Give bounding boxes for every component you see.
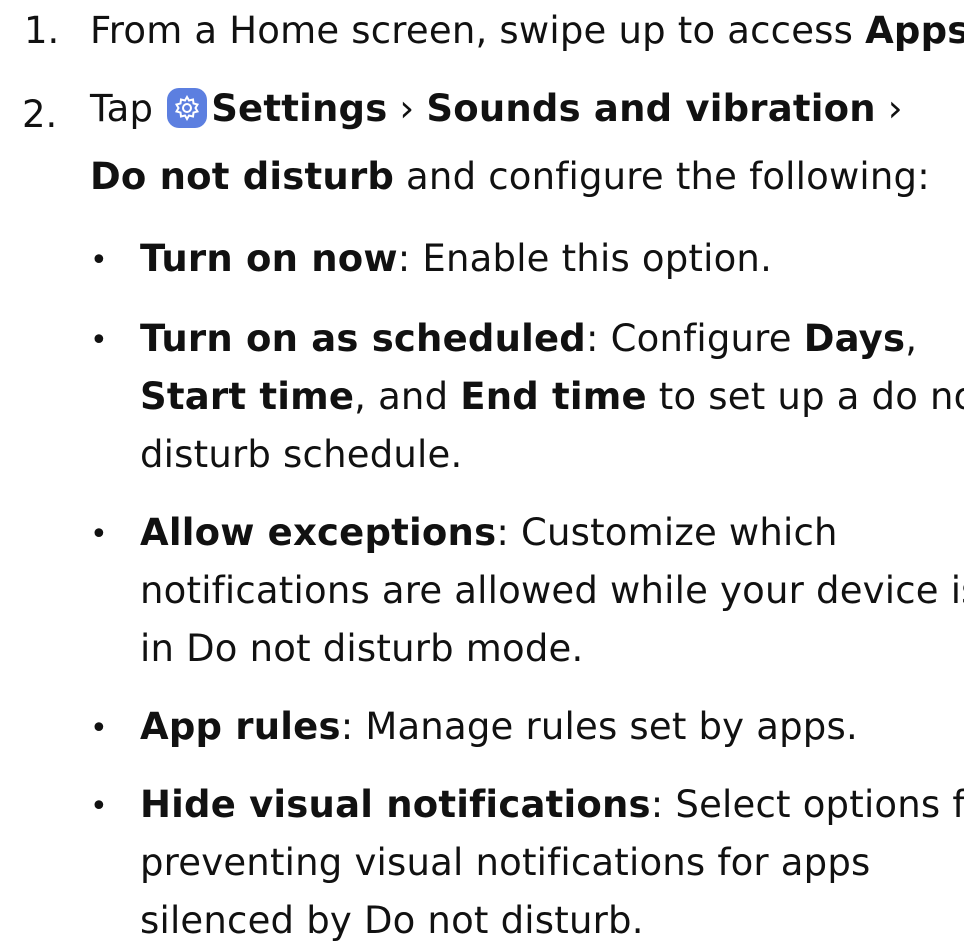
bullet-2-days: Days	[803, 317, 906, 360]
bullet-4-text: App rules: Manage rules set by apps.	[140, 704, 858, 750]
step-1-pre: From a Home screen, swipe up to access	[90, 9, 866, 52]
bullet-3-line-1: Allow exceptions: Customize which	[140, 510, 838, 556]
bullet-4-desc: : Manage rules set by apps.	[340, 705, 858, 748]
bullet-2-text1: : Configure	[585, 317, 804, 360]
step-2-dnd: Do not disturb	[90, 155, 395, 198]
step-1-text: From a Home screen, swipe up to access A…	[90, 8, 964, 54]
bullet-5-line-3: silenced by Do not disturb.	[140, 899, 644, 942]
bullet-1-desc: : Enable this option.	[397, 237, 773, 280]
bullet-2-start: Start time	[140, 375, 355, 418]
settings-gear-icon	[167, 88, 208, 128]
bullet-2-line-2: Start time, and End time to set up a do …	[140, 374, 964, 420]
bullet-5-text1: : Select options for	[650, 783, 964, 826]
bullet-1-label: Turn on now	[140, 237, 398, 280]
bullet-3-line-3: in Do not disturb mode.	[140, 627, 584, 670]
bullet-1-text: Turn on now: Enable this option.	[140, 236, 772, 282]
bullet-2-text2: to set up a do not	[646, 375, 964, 418]
bullet-2-and: , and	[354, 375, 461, 418]
bullet-3-line-2: notifications are allowed while your dev…	[140, 569, 964, 612]
bullet-2-dot: •	[90, 323, 108, 358]
step-2-line-1: Tap Settings › Sounds and vibration ›	[90, 86, 903, 132]
bullet-5-line-1: Hide visual notifications: Select option…	[140, 782, 964, 828]
bullet-2-line-3: disturb schedule.	[140, 433, 463, 476]
bullet-5-label: Hide visual notifications	[140, 783, 651, 826]
bullet-2-end: End time	[460, 375, 647, 418]
bullet-3-label: Allow exceptions	[140, 511, 497, 554]
step-number-2: 2.	[22, 93, 58, 136]
step-2-line-2: Do not disturb and configure the followi…	[90, 154, 930, 200]
bullet-2-comma: ,	[905, 317, 918, 360]
bullet-2-line-1: Turn on as scheduled: Configure Days,	[140, 316, 917, 362]
bullet-5-dot: •	[90, 789, 108, 824]
bullet-1-dot: •	[90, 243, 108, 278]
bullet-3-dot: •	[90, 517, 108, 552]
bullet-2-label: Turn on as scheduled	[140, 317, 586, 360]
step-2-sep-2: ›	[875, 87, 903, 130]
instructions-page: 1. From a Home screen, swipe up to acces…	[0, 0, 964, 946]
bullet-4-label: App rules	[140, 705, 341, 748]
step-2-settings: Settings	[211, 87, 388, 130]
bullet-3-text1: : Customize which	[496, 511, 838, 554]
step-2-rest: and configure the following:	[394, 155, 930, 198]
step-number-1: 1.	[24, 9, 60, 52]
step-2-sounds: Sounds and vibration	[426, 87, 876, 130]
bullet-4-dot: •	[90, 711, 108, 746]
step-1-apps: Apps	[865, 9, 964, 52]
step-2-sep-1: ›	[387, 87, 427, 130]
bullet-5-line-2: preventing visual notifications for apps	[140, 841, 871, 884]
step-2-pre: Tap	[90, 87, 166, 130]
